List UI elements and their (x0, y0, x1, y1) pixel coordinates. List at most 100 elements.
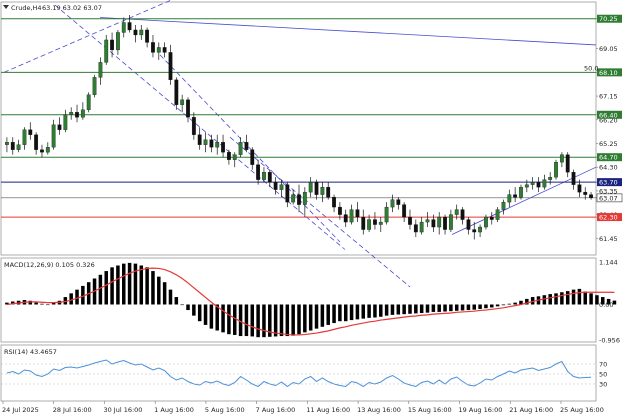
macd-histogram-bar (98, 274, 103, 305)
macd-histogram-bar (490, 304, 494, 308)
macd-histogram-bar (186, 304, 190, 311)
candle-body (10, 142, 15, 150)
level-tag-label: 70.25 (599, 15, 618, 23)
time-tick-label: 15 Aug 16:00 (408, 406, 452, 414)
macd-histogram-bar (297, 304, 301, 335)
candle-body (384, 206, 389, 223)
time-tick-label: 1 Aug 16:00 (154, 406, 194, 414)
level-tag-label: 68.10 (599, 69, 618, 77)
candle-body (361, 216, 366, 230)
candle-body (571, 172, 576, 185)
candle-body (402, 204, 407, 218)
candle-body (443, 216, 447, 230)
candle-body (524, 184, 529, 188)
candle-body (343, 214, 348, 223)
price-tick-label: 61.45 (599, 235, 618, 243)
candle-body (466, 219, 471, 230)
macd-histogram-bar (145, 267, 149, 305)
candle-body (75, 112, 79, 118)
macd-histogram-bar (501, 304, 506, 306)
macd-histogram-bar (314, 304, 319, 329)
candle-body (197, 134, 202, 145)
candle-body (186, 99, 190, 118)
candle-body (396, 199, 401, 205)
trading-chart[interactable]: Crude,H4 63.19 63.02 63.07 70.25 69.05 68.… (0, 0, 624, 416)
rsi-label: RSI(14) 43.4657 (4, 348, 57, 356)
macd-histogram-bar (478, 304, 482, 309)
rsi-tick-label: 50 (599, 371, 607, 379)
macd-histogram-bar (355, 304, 360, 320)
candle-body (565, 154, 570, 173)
candle-body (308, 181, 313, 193)
time-tick-label: 30 Jul 16:00 (103, 406, 142, 414)
macd-histogram-bar (279, 304, 284, 337)
macd-histogram-bar (244, 304, 249, 337)
candle-body (16, 144, 21, 150)
candle-body (174, 79, 179, 105)
candle-body (495, 209, 500, 220)
candle-body (378, 221, 383, 225)
candle-body (291, 194, 296, 203)
candle-body (337, 206, 342, 215)
macd-histogram-bar (75, 289, 79, 305)
price-tick-label: 65.25 (599, 140, 618, 148)
time-tick-label: 13 Aug 16:00 (357, 406, 401, 414)
candle-body (238, 142, 243, 155)
time-tick-label: 11 Aug 16:00 (306, 406, 350, 414)
macd-histogram-bar (542, 295, 547, 305)
macd-histogram-bar (583, 291, 587, 305)
candle-body (542, 179, 547, 188)
macd-label: MACD(12,26,9) 0.105 0.326 (4, 261, 95, 269)
candle-body (191, 117, 196, 135)
candle-body (419, 221, 424, 233)
candle-body (63, 114, 68, 130)
candle-body (349, 209, 354, 223)
macd-histogram-bar (431, 304, 436, 312)
macd-histogram-bar (425, 304, 430, 313)
macd-histogram-bar (338, 304, 342, 322)
candle-body (98, 62, 103, 78)
candle-body (244, 142, 249, 150)
candle-body (168, 52, 173, 81)
candle-body (121, 22, 126, 33)
macd-histogram-bar (437, 304, 441, 312)
macd-histogram-bar (291, 304, 295, 336)
candle-body (530, 181, 535, 185)
candle-body (437, 216, 442, 228)
candle-body (501, 201, 506, 210)
macd-histogram-bar (232, 304, 237, 335)
candle-body (86, 94, 91, 110)
macd-histogram-bar (227, 304, 231, 335)
macd-histogram-bar (384, 304, 389, 316)
level-tag-label: 62.30 (599, 214, 618, 222)
candle-body (232, 154, 237, 160)
candle-body (221, 142, 225, 153)
candle-body (209, 139, 214, 148)
macd-histogram-bar (209, 304, 214, 329)
macd-histogram-bar (308, 304, 313, 331)
candle-body (226, 152, 231, 160)
macd-histogram-bar (174, 297, 179, 305)
level-tag-label: 66.40 (599, 111, 618, 119)
candle-body (559, 154, 564, 163)
macd-histogram-bar (589, 293, 593, 305)
level-tag-label: 64.70 (599, 154, 618, 162)
macd-histogram-bar (273, 304, 278, 337)
macd-histogram-bar (443, 304, 447, 312)
macd-histogram-bar (69, 293, 73, 305)
candle-body (127, 22, 132, 31)
candle-body (92, 77, 97, 95)
candle-body (215, 142, 220, 148)
candle-body (116, 32, 120, 51)
rsi-tick-label: 30 (599, 381, 607, 389)
candle-body (326, 186, 331, 198)
macd-histogram-bar (571, 289, 576, 305)
candle-body (267, 172, 272, 183)
macd-histogram-bar (560, 292, 564, 305)
rsi-tick-label: 70 (599, 361, 607, 369)
macd-histogram-bar (565, 291, 570, 305)
macd-histogram-bar (484, 304, 488, 309)
macd-histogram-bar (215, 304, 219, 331)
candle-body (139, 29, 144, 36)
symbol-label: Crude,H4 (11, 4, 42, 12)
